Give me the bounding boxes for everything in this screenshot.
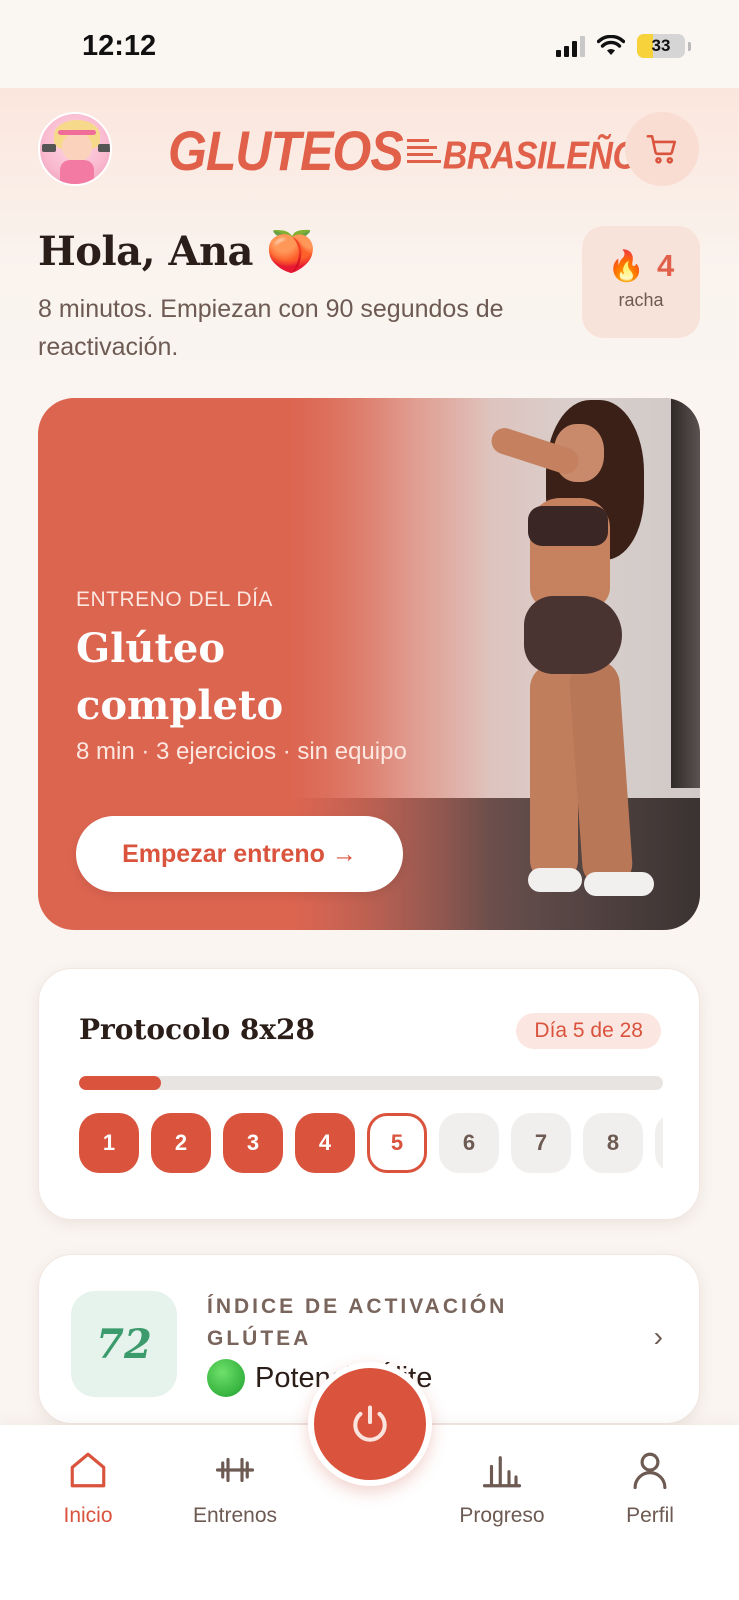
dumbbell-icon: [215, 1457, 255, 1483]
cart-button[interactable]: [625, 112, 699, 186]
day-pill-4[interactable]: 4: [295, 1113, 355, 1173]
protocol-progress-fill: [79, 1076, 161, 1090]
status-bar: 12:12 33: [0, 0, 739, 88]
logo-speed-lines: [406, 139, 441, 163]
streak-value: 4: [657, 248, 675, 283]
quick-start-button[interactable]: [308, 1362, 432, 1486]
tab-perfil[interactable]: Perfil: [585, 1449, 715, 1528]
chevron-right-icon: ›: [653, 1321, 663, 1352]
hero-eyebrow: ENTRENO DEL DÍA: [76, 588, 273, 611]
tab-label: Perfil: [626, 1504, 674, 1527]
greeting-title: Hola, Ana 🍑: [38, 228, 316, 275]
day-pill-2[interactable]: 2: [151, 1113, 211, 1173]
day-pill-1[interactable]: 1: [79, 1113, 139, 1173]
logo-main-text: GLUTEOS: [168, 119, 404, 183]
day-pill-7[interactable]: 7: [511, 1113, 571, 1173]
protocol-title: Protocolo 8x28: [79, 1013, 316, 1046]
cart-icon: [646, 134, 677, 164]
day-pill-9[interactable]: 9: [655, 1113, 663, 1173]
day-pill-3[interactable]: 3: [223, 1113, 283, 1173]
activation-label: ÍNDICE DE ACTIVACIÓN GLÚTEA: [207, 1295, 508, 1350]
status-dot-icon: [207, 1359, 245, 1397]
streak-label: racha: [618, 290, 664, 310]
avatar[interactable]: [38, 112, 112, 186]
app-logo: GLUTEOS BRASILEÑOS: [168, 116, 661, 186]
tab-label: Progreso: [459, 1504, 545, 1527]
chart-icon: [482, 1456, 522, 1488]
tab-progreso[interactable]: Progreso: [437, 1449, 567, 1528]
greeting-subtitle: 8 minutos. Empiezan con 90 segundos de r…: [38, 295, 504, 361]
home-icon: [70, 1452, 106, 1488]
hero-photo-pillar: [671, 398, 700, 788]
protocol-days: 123456789: [79, 1113, 663, 1175]
hero-title: Glúteo completo: [76, 625, 284, 729]
wifi-icon: [597, 35, 625, 55]
day-pill-8[interactable]: 8: [583, 1113, 643, 1173]
status-time: 12:12: [82, 30, 157, 62]
day-pill-6[interactable]: 6: [439, 1113, 499, 1173]
fire-icon: 🔥: [607, 249, 646, 283]
hero-meta: 8 min · 3 ejercicios · sin equipo: [76, 738, 407, 765]
tab-inicio[interactable]: Inicio: [23, 1449, 153, 1528]
battery-level: 33: [651, 36, 671, 55]
status-icons: 33: [556, 34, 691, 58]
tab-entrenos[interactable]: Entrenos: [170, 1449, 300, 1528]
protocol-card[interactable]: Protocolo 8x28 Día 5 de 28 123456789: [38, 968, 700, 1220]
day-pill-5[interactable]: 5: [367, 1113, 427, 1173]
battery-icon: 33: [637, 34, 685, 58]
user-icon: [633, 1452, 667, 1490]
tab-label: Entrenos: [192, 1504, 278, 1527]
protocol-day-badge: Día 5 de 28: [516, 1013, 661, 1049]
activation-score: 72: [71, 1291, 177, 1397]
start-workout-button[interactable]: Empezar entreno →: [76, 816, 403, 892]
streak-card[interactable]: 🔥 4 racha: [582, 226, 700, 338]
power-icon: [353, 1405, 387, 1442]
signal-icon: [556, 35, 585, 57]
protocol-progress-bar: [79, 1076, 663, 1090]
tab-label: Inicio: [63, 1504, 113, 1527]
